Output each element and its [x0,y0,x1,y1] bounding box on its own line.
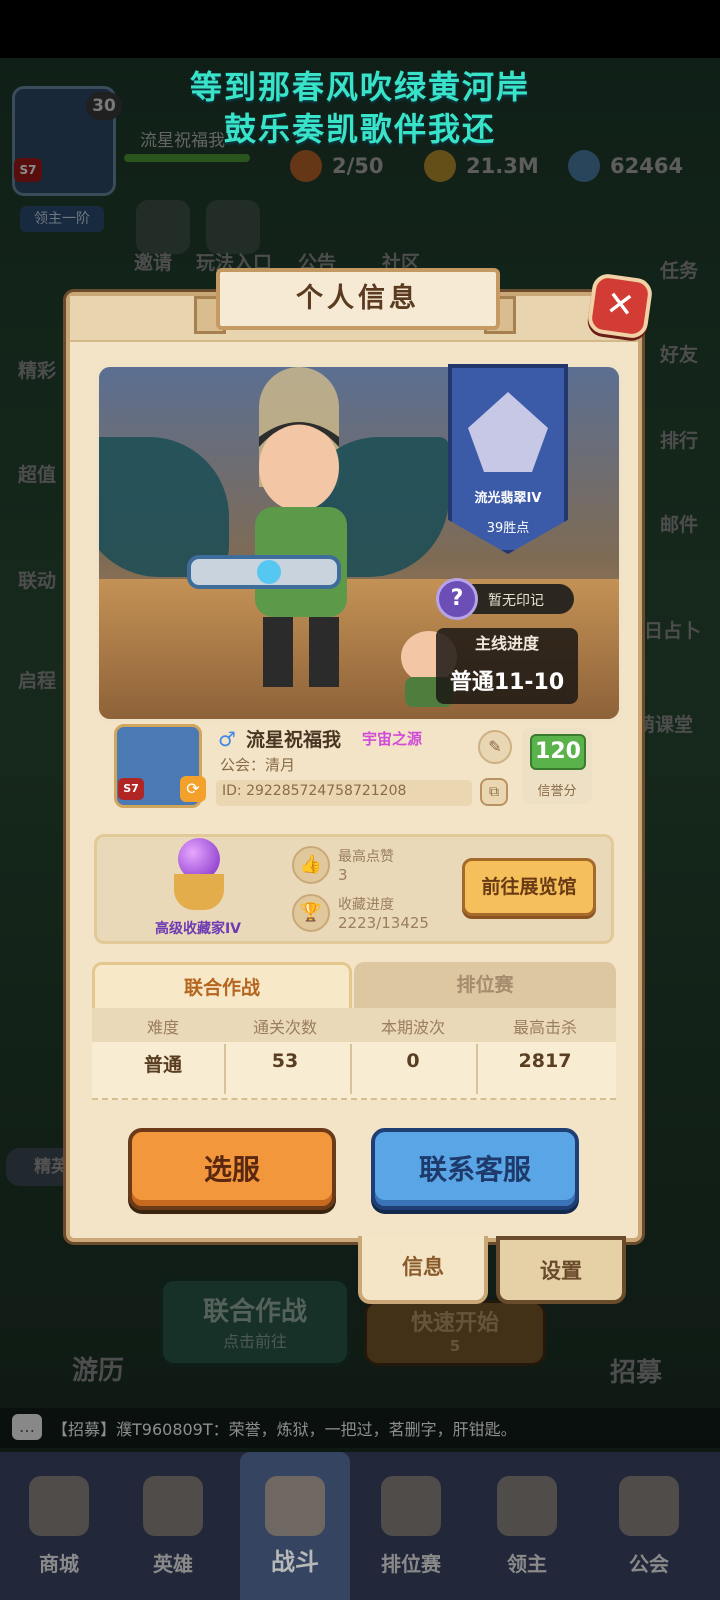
trophy-cup-icon: 🏆 [292,894,330,932]
rank-shield-icon [381,1476,441,1536]
nav-label: 战斗 [271,1548,319,1576]
player-id: ID: 292285724758721208 [222,783,407,799]
thumbs-up-icon: 👍 [292,846,330,884]
shop-icon [29,1476,89,1536]
column-divider [476,1044,478,1094]
table-header-cell: 难度 [146,1018,179,1037]
nav-guild[interactable]: 公会 [594,1452,704,1600]
max-likes-label: 最高点赞 [338,849,394,865]
max-likes-value: 3 [338,866,348,884]
lyric-line: 等到那春风吹绿黄河岸 [189,68,530,106]
collection-progress-value: 2223/13425 [338,914,429,932]
player-title-tag[interactable]: 宇宙之源 [362,728,422,749]
table-header-cell: 通关次数 [252,1018,317,1037]
change-avatar-icon[interactable]: ⟳ [180,776,206,802]
table-cell: 0 [406,1050,420,1072]
nav-label: 商城 [39,1552,79,1576]
tab-ranked[interactable]: 排位赛 [354,962,616,1008]
player-name: 流星祝福我 [246,729,342,751]
guild-name: 公会：清月 [220,756,296,774]
nav-heroes[interactable]: 英雄 [118,1452,228,1600]
select-server-button[interactable]: 选服 [128,1128,336,1210]
close-button[interactable]: ✕ [586,272,654,340]
tab-settings[interactable]: 设置 [496,1236,626,1304]
table-cell: 普通 [143,1054,182,1076]
table-header-cell: 最高击杀 [512,1018,577,1037]
table-header-cell: 本期波次 [380,1018,445,1037]
credit-score-label: 信誉分 [537,784,577,799]
tab-info[interactable]: 信息 [358,1236,488,1304]
male-gender-icon: ♂ [218,727,236,751]
guild-castle-icon [619,1476,679,1536]
nav-lord[interactable]: 领主 [472,1452,582,1600]
banner-icon [497,1476,557,1536]
hero-card-icon [143,1476,203,1536]
season-badge: S7 [118,778,144,800]
nav-label: 领主 [507,1552,547,1576]
table-cell: 53 [271,1050,299,1072]
edit-feather-icon[interactable]: ✎ [478,730,512,764]
crossed-swords-icon [265,1476,325,1536]
credit-score-value: 120 [530,734,586,770]
seal-text: 暂无印记 [488,593,544,609]
chat-bubble-icon[interactable]: … [12,1414,42,1440]
main-progress-label: 主线进度 [474,634,539,653]
modal-title: 个人信息 [216,268,500,330]
nav-shop[interactable]: 商城 [4,1452,114,1600]
main-progress-value: 普通11-10 [449,670,565,695]
collector-title: 高级收藏家IV [154,921,242,937]
nav-ranked[interactable]: 排位赛 [356,1452,466,1600]
status-bar [0,0,720,58]
lyric-line: 鼓乐奏凯歌伴我还 [223,110,496,148]
nav-label: 排位赛 [381,1552,441,1576]
gallery-button[interactable]: 前往展览馆 [462,858,596,916]
collector-trophy-icon [170,838,228,910]
nav-label: 英雄 [153,1552,193,1576]
rank-points: 39胜点 [486,521,530,536]
chat-message: 【招募】濮T960809T：荣誉，炼狱，一把过，茗删字，肝钳匙。 [52,1420,517,1439]
collection-progress-label: 收藏进度 [338,897,394,913]
nav-label: 公会 [629,1552,669,1576]
nav-battle[interactable]: 战斗 [240,1452,350,1600]
tab-joint-battle[interactable]: 联合作战 [92,962,352,1008]
question-mark-icon: ? [436,578,478,620]
contact-service-button[interactable]: 联系客服 [371,1128,579,1210]
table-cell: 2817 [518,1050,572,1072]
copy-id-icon[interactable]: ⧉ [480,778,508,806]
rank-name: 流光翡翠IV [474,491,542,506]
